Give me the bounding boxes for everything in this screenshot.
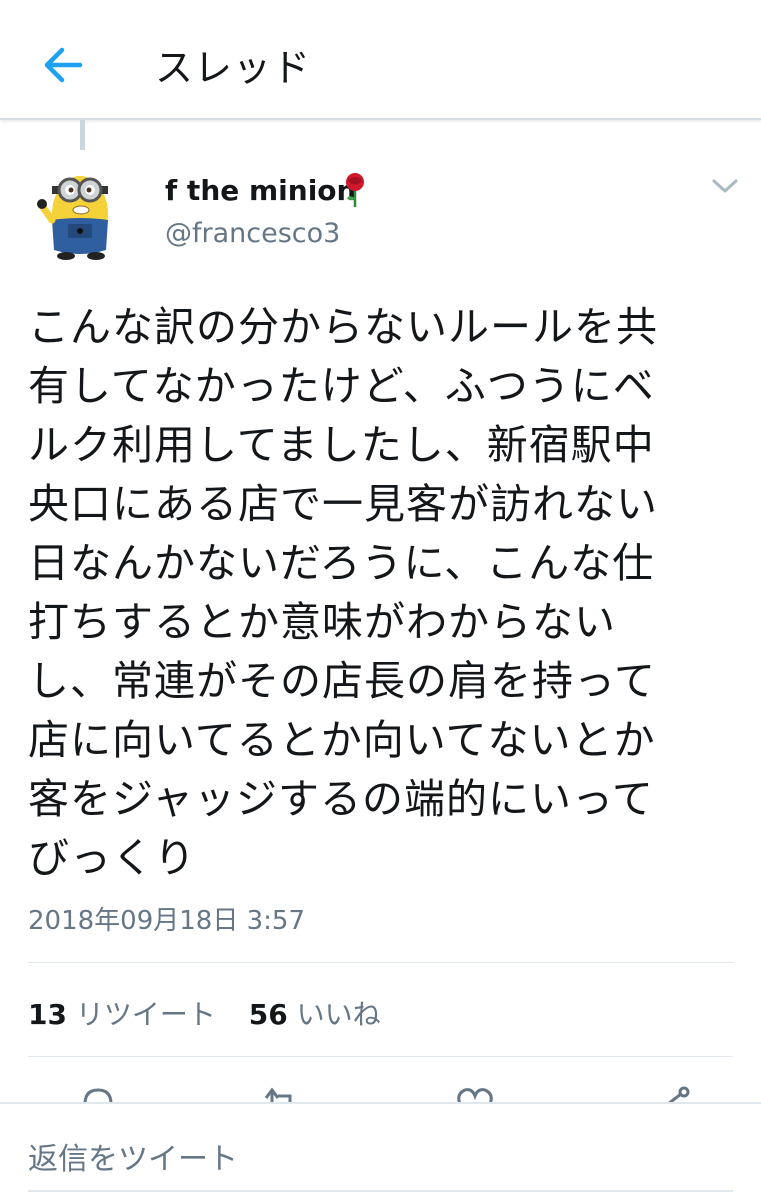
- display-name[interactable]: f the minion: [165, 174, 356, 207]
- tweet-text-line: 客をジャッジするの端的にいって: [28, 775, 654, 823]
- tweet-text-line: 央口にある店で一見客が訪れない: [28, 480, 658, 528]
- retweets-stat[interactable]: 13 リツイート: [28, 993, 216, 1033]
- retweet-icon[interactable]: [258, 1084, 304, 1102]
- like-icon[interactable]: [452, 1084, 498, 1102]
- reply-input-underline: [28, 1190, 733, 1192]
- tweet-text-line: 店に向いてるとか向いてないとか: [28, 716, 656, 764]
- chevron-down-icon[interactable]: [710, 176, 740, 196]
- page-title: スレッド: [155, 46, 312, 90]
- divider: [28, 962, 733, 963]
- user-handle[interactable]: @francesco3: [165, 218, 340, 249]
- tweet-actions-bar: [0, 1080, 761, 1102]
- reply-bar: 返信をツイート: [0, 1102, 761, 1202]
- likes-label: いいね: [296, 998, 381, 1031]
- header-bar: スレッド: [0, 0, 761, 120]
- tweet-text-line: こんな訳の分からないルールを共: [28, 303, 658, 351]
- likes-stat[interactable]: 56 いいね: [249, 993, 381, 1033]
- reply-input[interactable]: 返信をツイート: [28, 1134, 728, 1178]
- tweet-text-line: し、常連がその店長の肩を持って: [28, 657, 656, 705]
- thread-connector-line: [80, 120, 85, 150]
- tweet-text: こんな訳の分からないルールを共 有してなかったけど、ふつうにベ ルク利用してまし…: [28, 298, 738, 888]
- avatar[interactable]: [34, 158, 130, 262]
- tweet-text-line: びっくり: [28, 834, 196, 882]
- retweets-count: 13: [28, 998, 67, 1031]
- likes-count: 56: [248, 998, 288, 1031]
- rose-icon: [346, 173, 364, 207]
- share-icon[interactable]: [652, 1084, 698, 1102]
- tweet-text-line: 打ちするとか意味がわからない: [28, 598, 616, 646]
- back-arrow-icon[interactable]: [40, 42, 86, 88]
- tweet-text-line: 日なんかないだろうに、こんな仕: [28, 539, 655, 587]
- divider: [28, 1056, 733, 1057]
- tweet-text-line: 有してなかったけど、ふつうにベ: [28, 362, 655, 410]
- tweet-stats: 13 リツイート 56 いいね: [28, 993, 381, 1033]
- retweets-label: リツイート: [75, 998, 216, 1031]
- tweet-timestamp[interactable]: 2018年09月18日 3:57: [28, 900, 305, 937]
- reply-icon[interactable]: [75, 1084, 121, 1102]
- tweet-text-line: ルク利用してましたし、新宿駅中: [28, 421, 655, 469]
- minion-avatar-image: [37, 176, 108, 260]
